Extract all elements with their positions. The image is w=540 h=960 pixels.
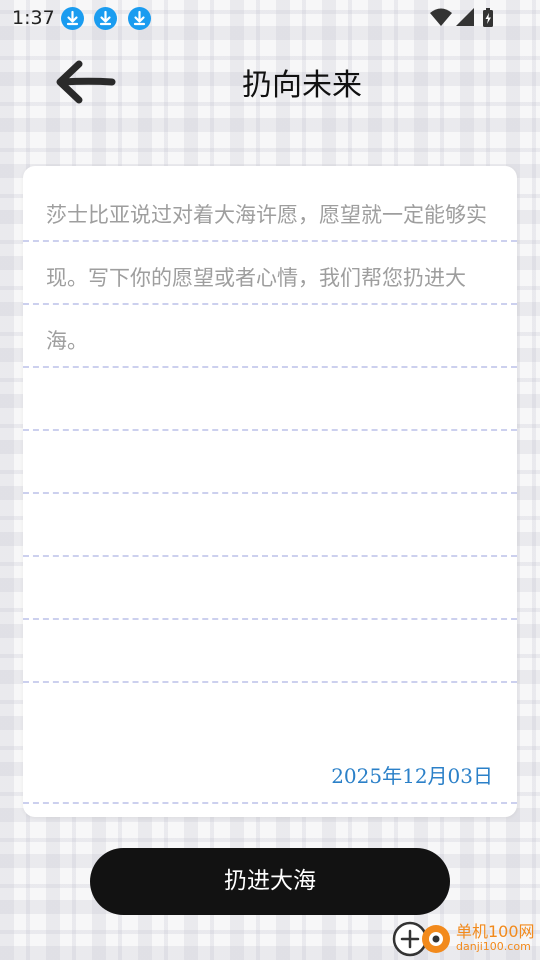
watermark-name: 单机100网 — [456, 922, 535, 941]
note-date: 2025年12月03日 — [331, 764, 493, 788]
throw-into-sea-button[interactable]: 扔进大海 — [90, 848, 450, 915]
download-icon — [61, 7, 84, 30]
note-placeholder-line-3: 海。 — [46, 329, 88, 353]
status-bar: 1:37 — [0, 0, 540, 36]
watermark-url: danji100.com — [456, 940, 531, 953]
wifi-icon — [430, 8, 452, 26]
note-placeholder-line-2: 现。写下你的愿望或者心情，我们帮您扔进大 — [46, 266, 466, 290]
system-icons — [430, 7, 502, 29]
ruled-line — [23, 429, 517, 431]
ruled-line — [23, 303, 517, 305]
ruled-line — [23, 555, 517, 557]
battery-charging-icon — [483, 8, 493, 27]
status-time: 1:37 — [12, 7, 55, 29]
ruled-line — [23, 681, 517, 683]
ruled-line — [23, 802, 517, 804]
page-title: 扔向未来 — [242, 68, 362, 103]
ruled-line — [23, 366, 517, 368]
signal-icon — [456, 8, 474, 26]
ruled-line — [23, 618, 517, 620]
download-icon — [128, 7, 151, 30]
download-icon — [94, 7, 117, 30]
note-placeholder-line-1: 莎士比亚说过对着大海许愿，愿望就一定能够实 — [46, 203, 487, 227]
watermark-logo — [392, 921, 450, 957]
note-card[interactable]: 莎士比亚说过对着大海许愿，愿望就一定能够实 现。写下你的愿望或者心情，我们帮您扔… — [23, 166, 517, 817]
ruled-line — [23, 240, 517, 242]
ruled-line — [23, 492, 517, 494]
watermark: 单机100网 danji100.com — [392, 915, 540, 960]
